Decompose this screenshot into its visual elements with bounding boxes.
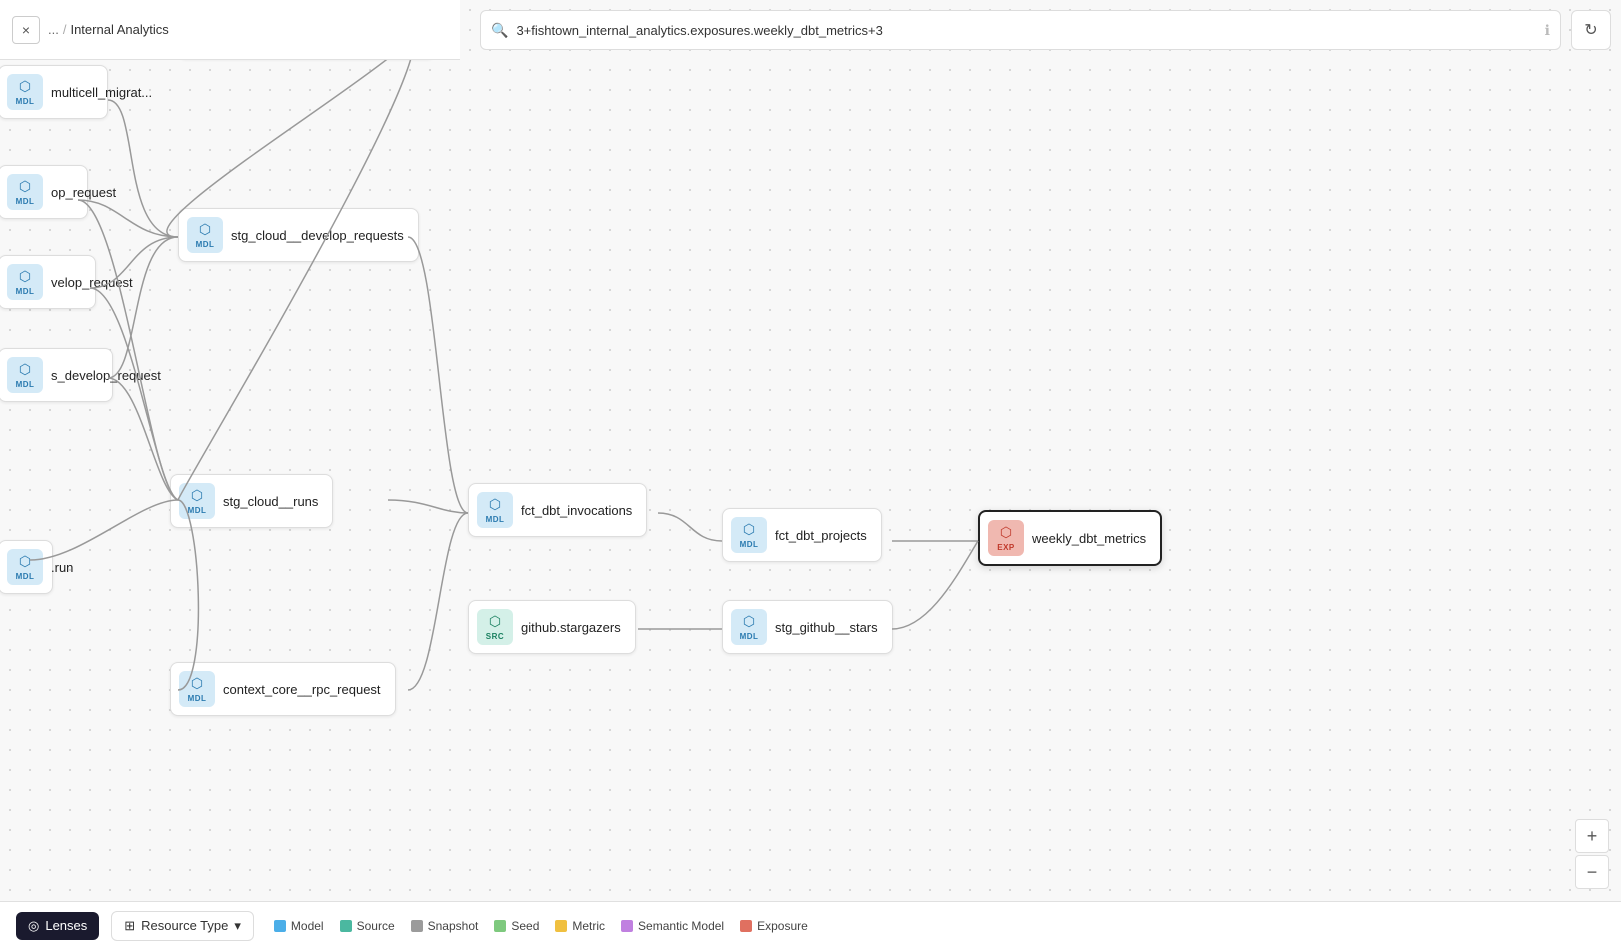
resource-type-icon: ⊞ bbox=[124, 918, 135, 934]
info-icon[interactable]: ℹ bbox=[1545, 22, 1550, 39]
legend-dot-model bbox=[274, 920, 286, 932]
legend-item-semantic-model: Semantic Model bbox=[621, 919, 724, 933]
legend-label-metric: Metric bbox=[572, 919, 605, 933]
node-develop-request[interactable]: ⬡ MDL s_develop_request bbox=[0, 348, 113, 402]
breadcrumb: ... / Internal Analytics bbox=[48, 22, 169, 37]
node-label: stg_github__stars bbox=[775, 620, 878, 635]
node-badge: ⬡ MDL bbox=[731, 517, 767, 553]
legend-item-source: Source bbox=[340, 919, 395, 933]
node-label: fct_dbt_projects bbox=[775, 528, 867, 543]
node-stg-cloud-develop-requests[interactable]: ⬡ MDL stg_cloud__develop_requests bbox=[178, 208, 419, 262]
node-fct-dbt-invocations[interactable]: ⬡ MDL fct_dbt_invocations bbox=[468, 483, 647, 537]
search-icon: 🔍 bbox=[491, 22, 508, 39]
node-label: weekly_dbt_metrics bbox=[1032, 531, 1146, 546]
node-badge: ⬡ MDL bbox=[187, 217, 223, 253]
resource-type-label: Resource Type bbox=[141, 918, 228, 933]
legend-item-snapshot: Snapshot bbox=[411, 919, 479, 933]
lenses-label: Lenses bbox=[45, 918, 87, 933]
node-multicell[interactable]: ⬡ MDL multicell_migrat... bbox=[0, 65, 108, 119]
node-badge-mdl: ⬡ MDL bbox=[7, 357, 43, 393]
legend-item-metric: Metric bbox=[555, 919, 605, 933]
search-input[interactable] bbox=[516, 23, 1536, 38]
legend-item-seed: Seed bbox=[494, 919, 539, 933]
node-label: stg_cloud__runs bbox=[223, 494, 318, 509]
breadcrumb-slash: / bbox=[63, 22, 67, 37]
node-label: context_core__rpc_request bbox=[223, 682, 381, 697]
legend: Model Source Snapshot Seed Metric Semant… bbox=[274, 919, 808, 933]
legend-dot-seed bbox=[494, 920, 506, 932]
node-badge: ⬡ MDL bbox=[731, 609, 767, 645]
node-stg-github-stars[interactable]: ⬡ MDL stg_github__stars bbox=[722, 600, 893, 654]
legend-dot-source bbox=[340, 920, 352, 932]
node-run[interactable]: ⬡ MDL .run bbox=[0, 540, 53, 594]
node-github-stargazers[interactable]: ⬡ SRC github.stargazers bbox=[468, 600, 636, 654]
zoom-in-button[interactable]: + bbox=[1575, 819, 1609, 853]
chevron-down-icon: ▾ bbox=[234, 918, 241, 934]
header-bar: × ... / Internal Analytics bbox=[0, 0, 460, 60]
legend-label-semantic-model: Semantic Model bbox=[638, 919, 724, 933]
node-badge: ⬡ EXP bbox=[988, 520, 1024, 556]
node-badge: ⬡ SRC bbox=[477, 609, 513, 645]
node-badge-mdl: ⬡ MDL bbox=[7, 264, 43, 300]
node-context-core-rpc-request[interactable]: ⬡ MDL context_core__rpc_request bbox=[170, 662, 396, 716]
legend-dot-exposure bbox=[740, 920, 752, 932]
node-badge: ⬡ MDL bbox=[179, 483, 215, 519]
node-label: velop_request bbox=[51, 275, 133, 290]
legend-label-exposure: Exposure bbox=[757, 919, 808, 933]
node-badge: ⬡ MDL bbox=[179, 671, 215, 707]
node-velop-request[interactable]: ⬡ MDL velop_request bbox=[0, 255, 96, 309]
node-weekly-dbt-metrics[interactable]: ⬡ EXP weekly_dbt_metrics bbox=[978, 510, 1162, 566]
resource-type-button[interactable]: ⊞ Resource Type ▾ bbox=[111, 911, 254, 941]
legend-label-snapshot: Snapshot bbox=[428, 919, 479, 933]
close-icon: × bbox=[22, 22, 30, 38]
node-label: stg_cloud__develop_requests bbox=[231, 228, 404, 243]
bottom-toolbar: ◎ Lenses ⊞ Resource Type ▾ Model Source … bbox=[0, 901, 1621, 949]
refresh-button[interactable]: ↻ bbox=[1571, 10, 1611, 50]
legend-item-model: Model bbox=[274, 919, 324, 933]
breadcrumb-current: Internal Analytics bbox=[70, 22, 168, 37]
node-label: s_develop_request bbox=[51, 368, 161, 383]
node-fct-dbt-projects[interactable]: ⬡ MDL fct_dbt_projects bbox=[722, 508, 882, 562]
node-badge-mdl: ⬡ MDL bbox=[7, 549, 43, 585]
breadcrumb-sep: ... bbox=[48, 22, 59, 37]
node-stg-cloud-runs[interactable]: ⬡ MDL stg_cloud__runs bbox=[170, 474, 333, 528]
zoom-out-button[interactable]: − bbox=[1575, 855, 1609, 889]
lenses-button[interactable]: ◎ Lenses bbox=[16, 912, 99, 940]
legend-label-model: Model bbox=[291, 919, 324, 933]
search-bar: 🔍 ℹ bbox=[480, 10, 1561, 50]
node-label: op_request bbox=[51, 185, 116, 200]
node-op-request[interactable]: ⬡ MDL op_request bbox=[0, 165, 88, 219]
zoom-out-icon: − bbox=[1587, 862, 1598, 883]
lenses-icon: ◎ bbox=[28, 918, 39, 934]
node-label: fct_dbt_invocations bbox=[521, 503, 632, 518]
node-badge: ⬡ MDL bbox=[477, 492, 513, 528]
legend-label-source: Source bbox=[357, 919, 395, 933]
refresh-icon: ↻ bbox=[1584, 20, 1597, 40]
legend-label-seed: Seed bbox=[511, 919, 539, 933]
legend-item-exposure: Exposure bbox=[740, 919, 808, 933]
legend-dot-metric bbox=[555, 920, 567, 932]
node-label: multicell_migrat... bbox=[51, 85, 152, 100]
zoom-in-icon: + bbox=[1587, 826, 1598, 847]
node-label: .run bbox=[51, 560, 73, 575]
close-button[interactable]: × bbox=[12, 16, 40, 44]
node-badge-mdl: ⬡ MDL bbox=[7, 74, 43, 110]
node-label: github.stargazers bbox=[521, 620, 621, 635]
legend-dot-semantic-model bbox=[621, 920, 633, 932]
node-badge-mdl: ⬡ MDL bbox=[7, 174, 43, 210]
legend-dot-snapshot bbox=[411, 920, 423, 932]
zoom-controls: + − bbox=[1575, 819, 1609, 889]
